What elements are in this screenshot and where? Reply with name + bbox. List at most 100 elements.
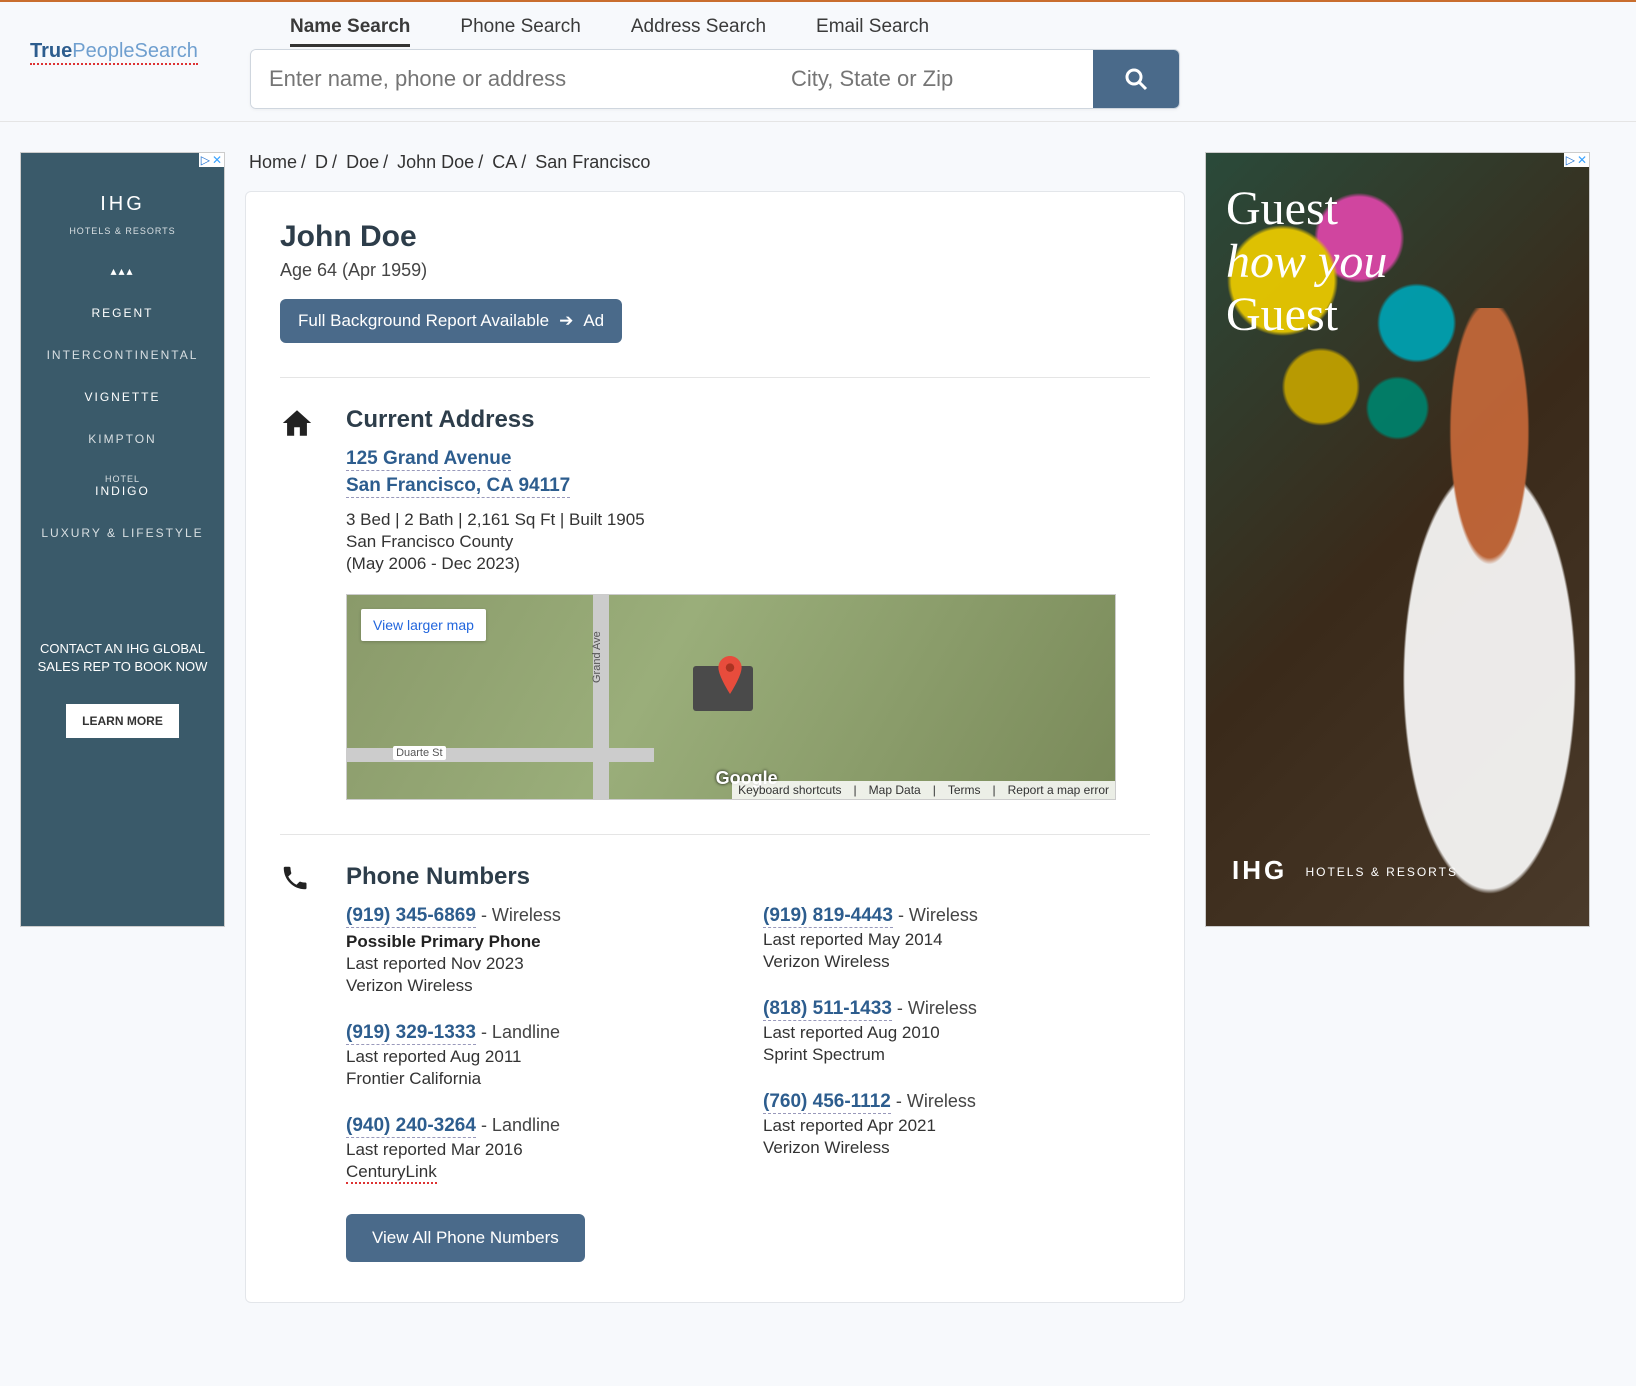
phone-item: (919) 345-6869 - Wireless Possible Primar… — [346, 905, 733, 996]
map-pin-icon — [716, 656, 740, 680]
phones-col-right: (919) 819-4443 - Wireless Last reported M… — [763, 905, 1150, 1210]
ad-right-headline: Guest — [1226, 183, 1569, 236]
ad-right[interactable]: ▷✕ Guest how you Guest IHG HOTELS & RESO… — [1205, 152, 1590, 927]
phone-item: (919) 329-1333 - Landline Last reported A… — [346, 1022, 733, 1089]
view-all-phones-button[interactable]: View All Phone Numbers — [346, 1214, 585, 1262]
top-bar: TruePeopleSearch Name Search Phone Searc… — [0, 0, 1636, 122]
phone-carrier: Verizon Wireless — [763, 952, 890, 972]
ad-left-item: HOTEL INDIGO — [33, 474, 212, 498]
home-icon — [280, 406, 318, 800]
section-title-address: Current Address — [346, 406, 1150, 434]
ad-right-headline: how you — [1226, 236, 1569, 289]
phone-type: - Landline — [476, 1022, 560, 1042]
phone-last-reported: Last reported Aug 2010 — [763, 1023, 1150, 1043]
phone-last-reported: Last reported Nov 2023 — [346, 954, 733, 974]
breadcrumb-item[interactable]: John Doe — [397, 152, 474, 172]
ad-left-item: ▴▴▴ — [33, 264, 212, 278]
ad-right-person — [1340, 308, 1589, 926]
phone-last-reported: Last reported Aug 2011 — [346, 1047, 733, 1067]
phone-number-link[interactable]: (940) 240-3264 — [346, 1115, 476, 1138]
address-dates: (May 2006 - Dec 2023) — [346, 554, 1150, 574]
section-current-address: Current Address 125 Grand Avenue San Fra… — [280, 406, 1150, 800]
breadcrumb: Home/ D/ Doe/ John Doe/ CA/ San Francisc… — [245, 152, 1185, 173]
phone-last-reported: Last reported Mar 2016 — [346, 1140, 733, 1160]
phone-item: (760) 456-1112 - WirelessLast reported A… — [763, 1091, 1150, 1158]
ad-left-cta-button[interactable]: LEARN MORE — [66, 704, 179, 738]
profile-card: John Doe Age 64 (Apr 1959) Full Backgrou… — [245, 191, 1185, 1303]
phone-number-link[interactable]: (818) 511-1433 — [763, 998, 892, 1021]
phone-carrier: CenturyLink — [346, 1162, 437, 1184]
phone-item: (940) 240-3264 - Landline Last reported M… — [346, 1115, 733, 1184]
site-logo[interactable]: TruePeopleSearch — [0, 10, 250, 65]
map-terms-link[interactable]: Terms — [948, 783, 981, 797]
phone-type: - Wireless — [891, 1091, 976, 1111]
phone-carrier: Sprint Spectrum — [763, 1045, 885, 1065]
map-road — [593, 595, 609, 799]
ad-right-headline: Guest — [1226, 289, 1569, 342]
tab-name-search[interactable]: Name Search — [290, 10, 410, 47]
phone-number-link[interactable]: (760) 456-1112 — [763, 1091, 891, 1114]
ad-left-item: KIMPTON — [33, 432, 212, 446]
address-citystate-link[interactable]: San Francisco, CA 94117 — [346, 475, 570, 498]
breadcrumb-item[interactable]: Home — [249, 152, 297, 172]
ad-left-item: LUXURY & LIFESTYLE — [33, 526, 212, 540]
ad-left[interactable]: ▷✕ IHG HOTELS & RESORTS ▴▴▴ REGENT INTER… — [20, 152, 225, 927]
map-view-larger-link[interactable]: View larger map — [361, 609, 486, 641]
phone-type: - Wireless — [893, 905, 978, 925]
map-footer: Keyboard shortcuts | Map Data | Terms | … — [732, 781, 1115, 799]
phone-number-link[interactable]: (919) 329-1333 — [346, 1022, 476, 1045]
phones-col-left: (919) 345-6869 - Wireless Possible Primar… — [346, 905, 733, 1210]
arrow-right-icon: ➔ — [559, 311, 573, 331]
map-report-error[interactable]: Report a map error — [1008, 783, 1109, 797]
breadcrumb-item[interactable]: San Francisco — [535, 152, 650, 172]
phone-type: - Wireless — [476, 905, 561, 925]
ad-left-brand-sub: HOTELS & RESORTS — [33, 226, 212, 236]
phones-grid: (919) 345-6869 - Wireless Possible Primar… — [346, 905, 1150, 1210]
divider — [280, 834, 1150, 835]
breadcrumb-item[interactable]: Doe — [346, 152, 379, 172]
tab-phone-search[interactable]: Phone Search — [460, 10, 580, 47]
map-keyboard-shortcuts[interactable]: Keyboard shortcuts — [738, 783, 841, 797]
map[interactable]: View larger map Grand Ave Duarte St Goog… — [346, 594, 1116, 800]
address-street-link[interactable]: 125 Grand Avenue — [346, 448, 511, 471]
search-tabs: Name Search Phone Search Address Search … — [250, 10, 1180, 47]
phone-item: (818) 511-1433 - Wireless Last reported A… — [763, 998, 1150, 1065]
phone-last-reported: Last reported May 2014 — [763, 930, 1150, 950]
tab-address-search[interactable]: Address Search — [631, 10, 766, 47]
person-age: Age 64 (Apr 1959) — [280, 260, 1150, 281]
breadcrumb-item[interactable]: D — [315, 152, 328, 172]
ad-right-brand: IHG HOTELS & RESORTS — [1232, 855, 1458, 886]
phone-type: - Wireless — [892, 998, 977, 1018]
map-data-link[interactable]: Map Data — [869, 783, 921, 797]
tab-email-search[interactable]: Email Search — [816, 10, 929, 47]
phone-type: - Landline — [476, 1115, 560, 1135]
ad-left-item: REGENT — [33, 306, 212, 320]
section-title-phones: Phone Numbers — [346, 863, 1150, 891]
search-input-location[interactable] — [773, 50, 1093, 108]
breadcrumb-item[interactable]: CA — [492, 152, 517, 172]
main-column: Home/ D/ Doe/ John Doe/ CA/ San Francisc… — [245, 152, 1185, 1303]
search-box — [250, 49, 1180, 109]
phone-carrier: Verizon Wireless — [346, 976, 473, 996]
search-input-main[interactable] — [251, 50, 773, 108]
phone-item: (919) 819-4443 - Wireless Last reported M… — [763, 905, 1150, 972]
background-report-button[interactable]: Full Background Report Available ➔ Ad — [280, 299, 622, 343]
phone-number-link[interactable]: (919) 819-4443 — [763, 905, 893, 928]
ad-left-brand: IHG — [33, 193, 212, 216]
person-name: John Doe — [280, 220, 1150, 254]
phone-carrier: Frontier California — [346, 1069, 481, 1089]
ad-left-item: INTERCONTINENTAL — [33, 348, 212, 362]
divider — [280, 377, 1150, 378]
search-icon — [1124, 67, 1148, 91]
phone-icon — [280, 863, 318, 1262]
phone-number-link[interactable]: (919) 345-6869 — [346, 905, 476, 928]
adchoices-icon[interactable]: ▷✕ — [199, 153, 224, 167]
search-area: Name Search Phone Search Address Search … — [250, 10, 1180, 109]
bg-report-ad-suffix: Ad — [583, 311, 604, 331]
address-details: 3 Bed | 2 Bath | 2,161 Sq Ft | Built 190… — [346, 510, 1150, 530]
ad-left-cta-text: CONTACT AN IHG GLOBAL SALES REP TO BOOK … — [33, 640, 212, 676]
phone-primary-label: Possible Primary Phone — [346, 932, 733, 952]
section-phone-numbers: Phone Numbers (919) 345-6869 - Wireless P… — [280, 863, 1150, 1262]
bg-report-label: Full Background Report Available — [298, 311, 549, 331]
search-button[interactable] — [1093, 50, 1179, 108]
